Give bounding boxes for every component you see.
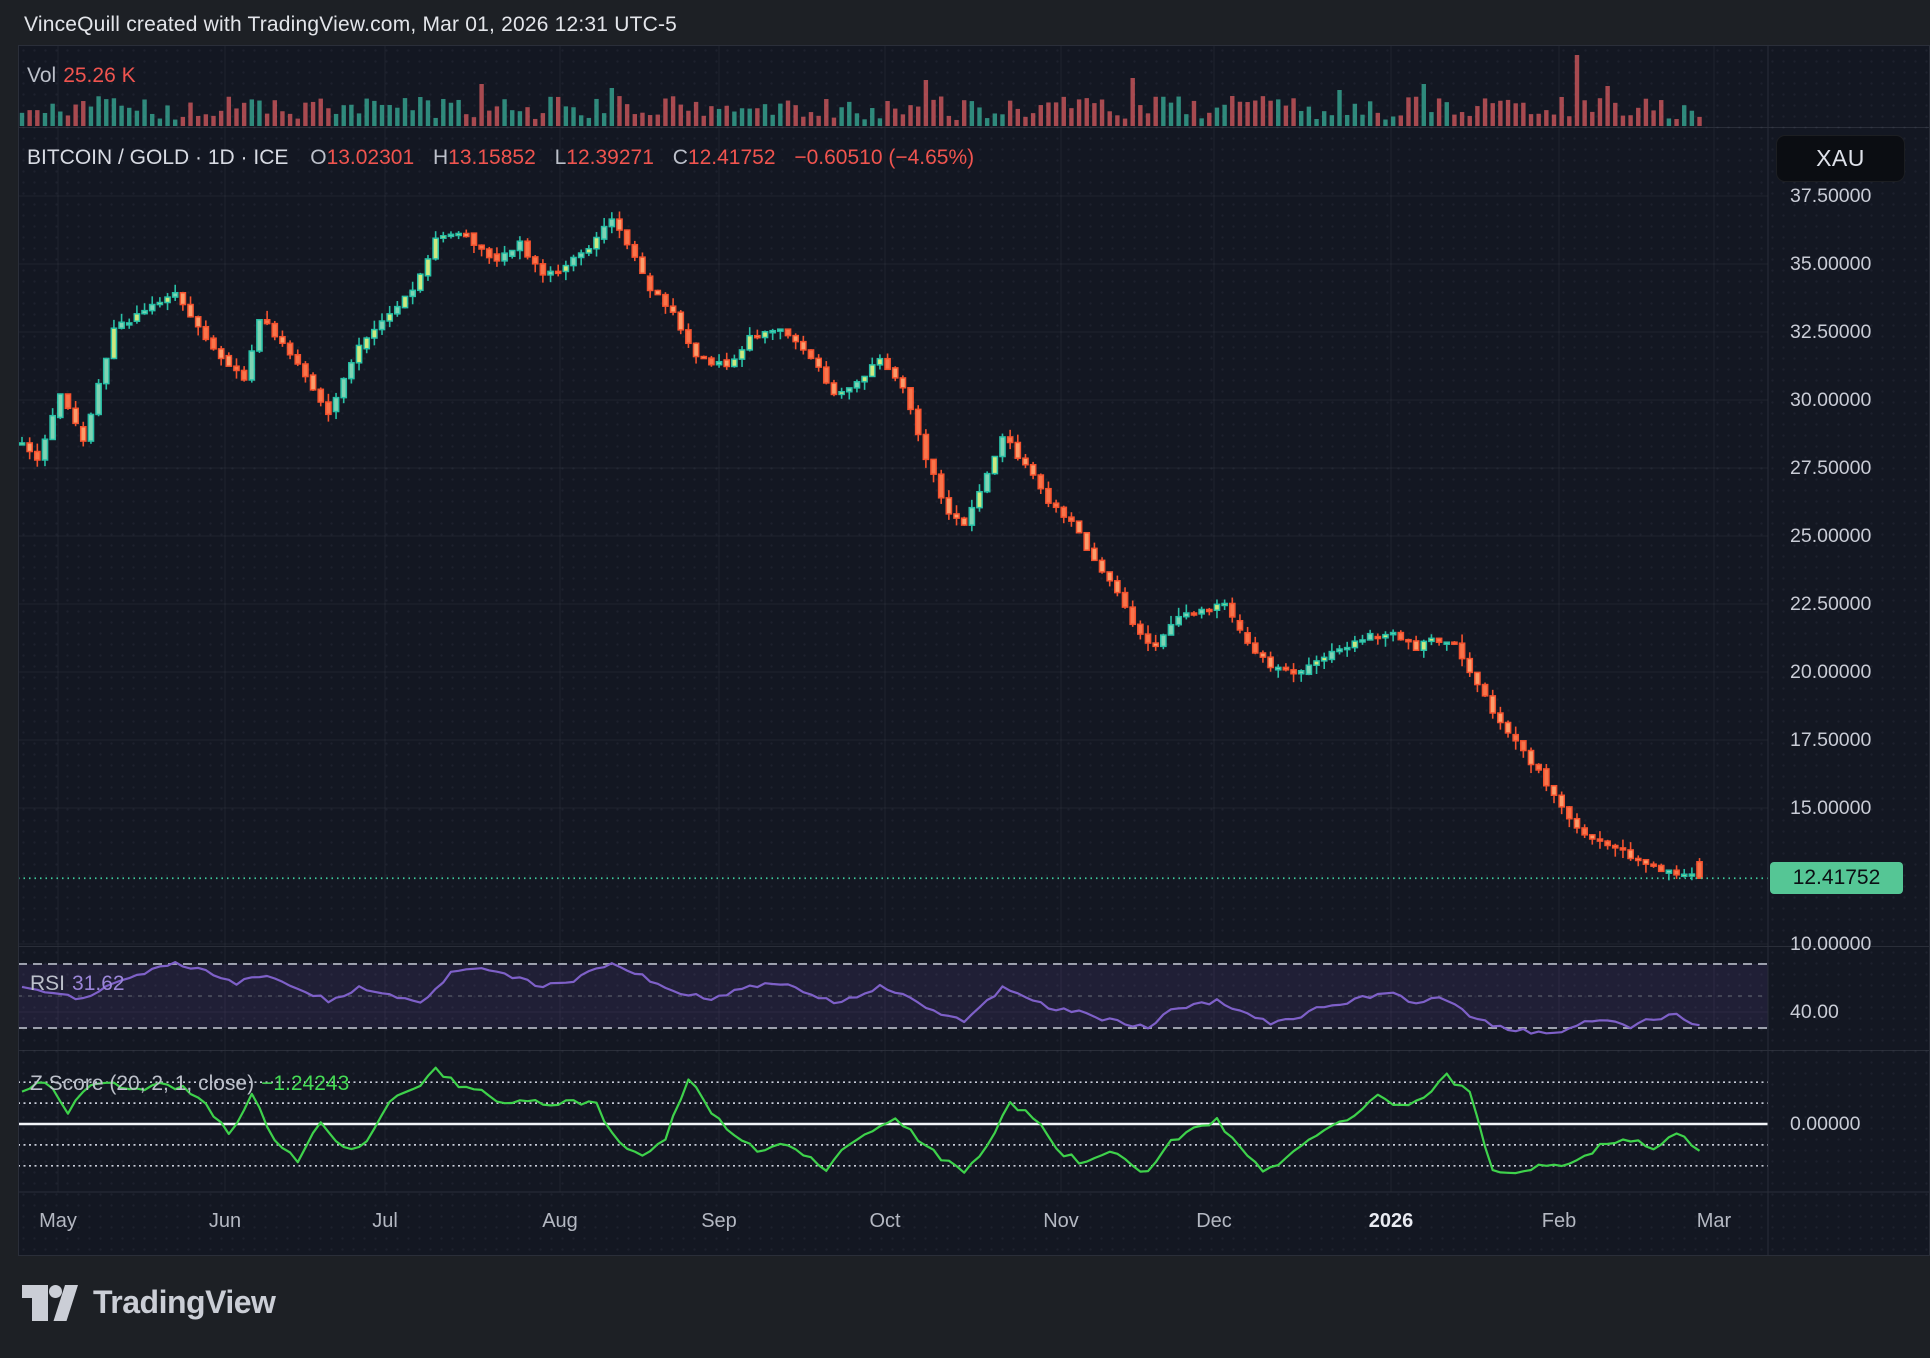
rsi-value: 31.62	[72, 972, 125, 995]
volume-legend[interactable]: Vol 25.26 K	[27, 64, 143, 88]
price-axis-label: 37.50000	[1790, 185, 1871, 207]
high-label: H	[433, 146, 448, 169]
tradingview-logo[interactable]: TradingView	[22, 1284, 275, 1321]
price-axis-label: 35.00000	[1790, 253, 1871, 275]
open-label: O	[310, 146, 326, 169]
tradingview-logo-text: TradingView	[93, 1284, 275, 1321]
price-axis-label: 20.00000	[1790, 661, 1871, 683]
volume-label: Vol	[27, 64, 56, 87]
price-axis-label: 15.00000	[1790, 797, 1871, 819]
close-label: C	[673, 146, 688, 169]
price-axis-label: 30.00000	[1790, 389, 1871, 411]
last-price-badge: 12.41752	[1770, 862, 1903, 894]
time-axis-label: Oct	[845, 1205, 925, 1237]
rsi-legend[interactable]: RSI 31.62	[30, 972, 132, 996]
high-value: 13.15852	[448, 146, 536, 169]
rsi-axis-label: 40.00	[1790, 1001, 1839, 1023]
volume-value: 25.26 K	[63, 64, 135, 87]
price-axis-label: 25.00000	[1790, 525, 1871, 547]
time-axis-label: Sep	[679, 1205, 759, 1237]
close-value: 12.41752	[688, 146, 776, 169]
price-axis-label: 10.00000	[1790, 933, 1871, 955]
zscore-legend[interactable]: Z Score (20, 2, 1, close) −1.24243	[30, 1072, 356, 1096]
zscore-axis-label: 0.00000	[1790, 1113, 1861, 1135]
symbol-legend[interactable]: BITCOIN / GOLD · 1D · ICE O13.02301 H13.…	[27, 146, 981, 170]
time-axis-label: Mar	[1674, 1205, 1754, 1237]
change-value: −0.60510 (−4.65%)	[794, 146, 974, 169]
price-axis-label: 32.50000	[1790, 321, 1871, 343]
page: { "header": { "title": "VinceQuill creat…	[0, 0, 1930, 1358]
time-axis-label: Aug	[520, 1205, 600, 1237]
tradingview-logo-icon	[22, 1285, 78, 1321]
low-label: L	[555, 146, 567, 169]
price-axis-label: 27.50000	[1790, 457, 1871, 479]
price-axis-label: 17.50000	[1790, 729, 1871, 751]
time-axis-label: 2026	[1351, 1205, 1431, 1237]
time-axis-label: Jun	[185, 1205, 265, 1237]
time-axis-label: Feb	[1519, 1205, 1599, 1237]
time-axis-label: Dec	[1174, 1205, 1254, 1237]
currency-badge[interactable]: XAU	[1776, 135, 1905, 182]
zscore-value: −1.24243	[261, 1072, 349, 1095]
rsi-label: RSI	[30, 972, 65, 995]
header-attribution: VinceQuill created with TradingView.com,…	[24, 10, 677, 40]
zscore-label: Z Score (20, 2, 1, close)	[30, 1072, 254, 1095]
low-value: 12.39271	[566, 146, 654, 169]
price-axis-label: 22.50000	[1790, 593, 1871, 615]
time-axis-label: Jul	[345, 1205, 425, 1237]
time-axis-label: Nov	[1021, 1205, 1101, 1237]
symbol-title: BITCOIN / GOLD · 1D · ICE	[27, 146, 288, 169]
open-value: 13.02301	[327, 146, 415, 169]
time-axis-label: May	[18, 1205, 98, 1237]
